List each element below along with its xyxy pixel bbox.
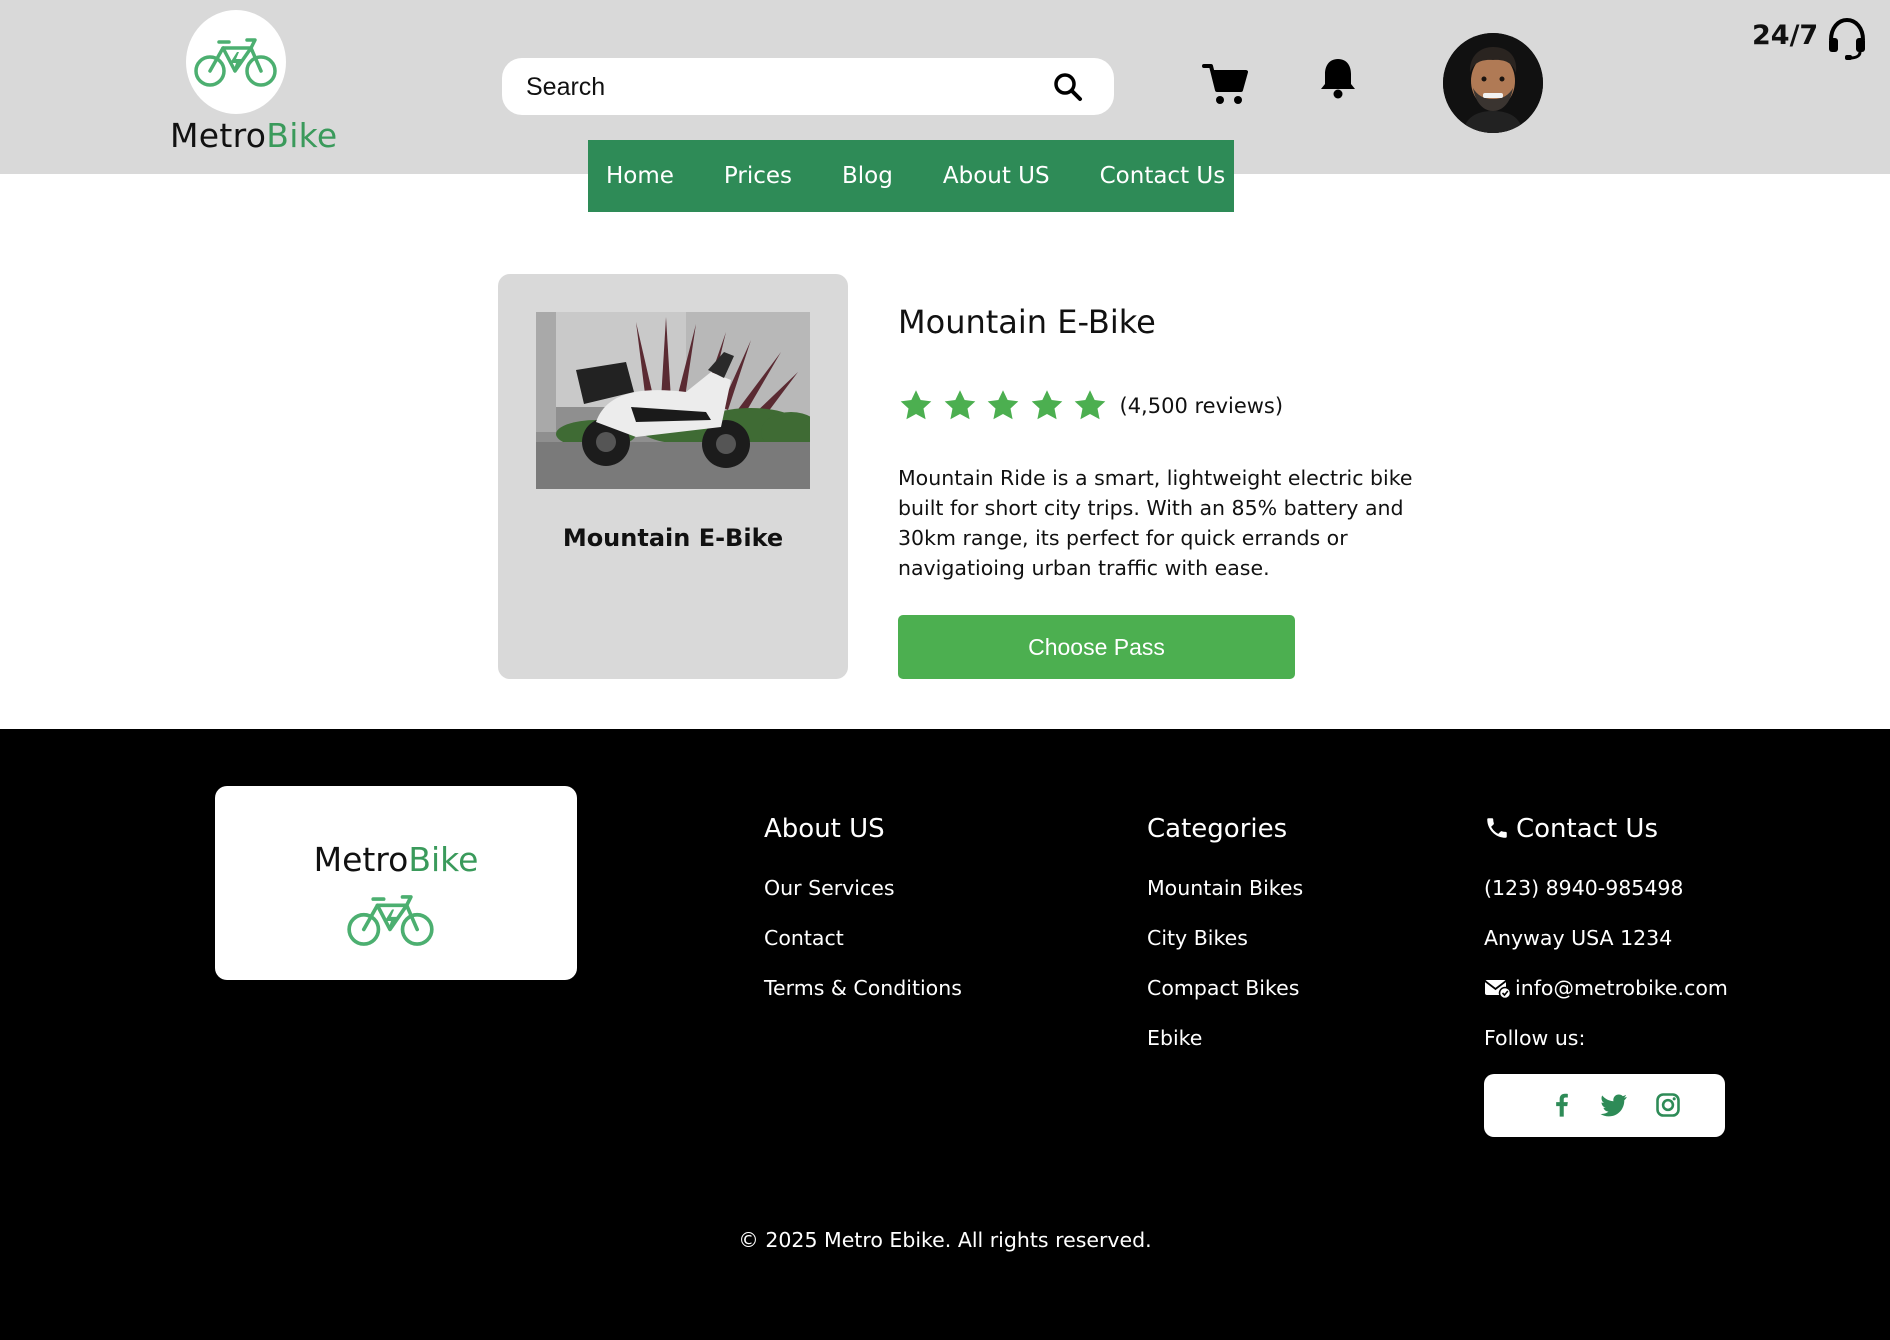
product-card[interactable]: Mountain E-Bike (498, 274, 848, 679)
logo-metro: Metro (170, 116, 267, 155)
phone-icon (1487, 818, 1507, 838)
star-icon (987, 390, 1019, 420)
product-title: Mountain E-Bike (898, 303, 1156, 341)
cart-icon[interactable] (1202, 62, 1248, 106)
footer-logo-text: MetroBike (215, 840, 577, 879)
choose-pass-button[interactable]: Choose Pass (898, 615, 1295, 679)
search-icon[interactable] (1052, 71, 1084, 103)
footer-link-mountain-bikes[interactable]: Mountain Bikes (1147, 876, 1303, 900)
footer-address: Anyway USA 1234 (1484, 926, 1673, 950)
footer-logo-metro: Metro (313, 840, 409, 879)
footer-logo[interactable]: MetroBike (215, 786, 577, 980)
footer-link-compact-bikes[interactable]: Compact Bikes (1147, 976, 1299, 1000)
mail-icon (1484, 980, 1511, 999)
product-description: Mountain Ride is a smart, lightweight el… (898, 466, 1413, 580)
instagram-icon[interactable] (1654, 1091, 1682, 1119)
social-links (1484, 1074, 1725, 1137)
copyright: © 2025 Metro Ebike. All rights reserved. (738, 1228, 1152, 1252)
search-bar (502, 58, 1114, 115)
footer-logo-bike: Bike (408, 840, 479, 879)
footer-link-terms[interactable]: Terms & Conditions (764, 976, 962, 1000)
footer-phone[interactable]: (123) 8940-985498 (1484, 876, 1683, 900)
logo-bike: Bike (266, 116, 338, 155)
site-logo[interactable]: MetroBike (170, 116, 338, 155)
search-input[interactable] (526, 70, 1026, 104)
logo-badge[interactable] (186, 10, 286, 114)
nav-about[interactable]: About US (943, 163, 1050, 189)
nav-blog[interactable]: Blog (842, 163, 893, 189)
footer-link-contact[interactable]: Contact (764, 926, 844, 950)
site-footer: MetroBike About US Our Services Contact … (0, 729, 1890, 1340)
review-count[interactable]: (4,500 reviews) (1120, 394, 1284, 418)
twitter-icon[interactable] (1600, 1091, 1628, 1119)
user-avatar[interactable] (1443, 33, 1543, 133)
headset-icon[interactable] (1826, 16, 1868, 60)
main-nav: Home Prices Blog About US Contact Us (588, 140, 1234, 212)
avatar-image (1443, 33, 1543, 133)
facebook-icon[interactable] (1548, 1091, 1576, 1119)
product-image (536, 312, 810, 489)
nav-prices[interactable]: Prices (724, 163, 792, 189)
nav-contact[interactable]: Contact Us (1100, 163, 1226, 189)
footer-follow-label: Follow us: (1484, 1026, 1586, 1050)
star-icon (900, 390, 932, 420)
footer-link-our-services[interactable]: Our Services (764, 876, 895, 900)
footer-email[interactable]: info@metrobike.com (1515, 976, 1728, 1000)
footer-contact-heading: Contact Us (1516, 814, 1658, 844)
support-hours: 24/7 (1752, 20, 1819, 51)
star-icon (1031, 390, 1062, 420)
footer-about-heading: About US (764, 814, 885, 844)
footer-link-city-bikes[interactable]: City Bikes (1147, 926, 1248, 950)
bike-icon (194, 38, 277, 87)
nav-home[interactable]: Home (606, 163, 674, 189)
star-icon (1074, 390, 1106, 420)
star-icon (944, 390, 975, 420)
footer-categories-heading: Categories (1147, 814, 1288, 844)
card-title: Mountain E-Bike (562, 524, 784, 552)
footer-link-ebike[interactable]: Ebike (1147, 1026, 1202, 1050)
rating: (4,500 reviews) (898, 388, 1283, 424)
bell-icon[interactable] (1318, 56, 1358, 100)
bike-icon (347, 895, 434, 946)
